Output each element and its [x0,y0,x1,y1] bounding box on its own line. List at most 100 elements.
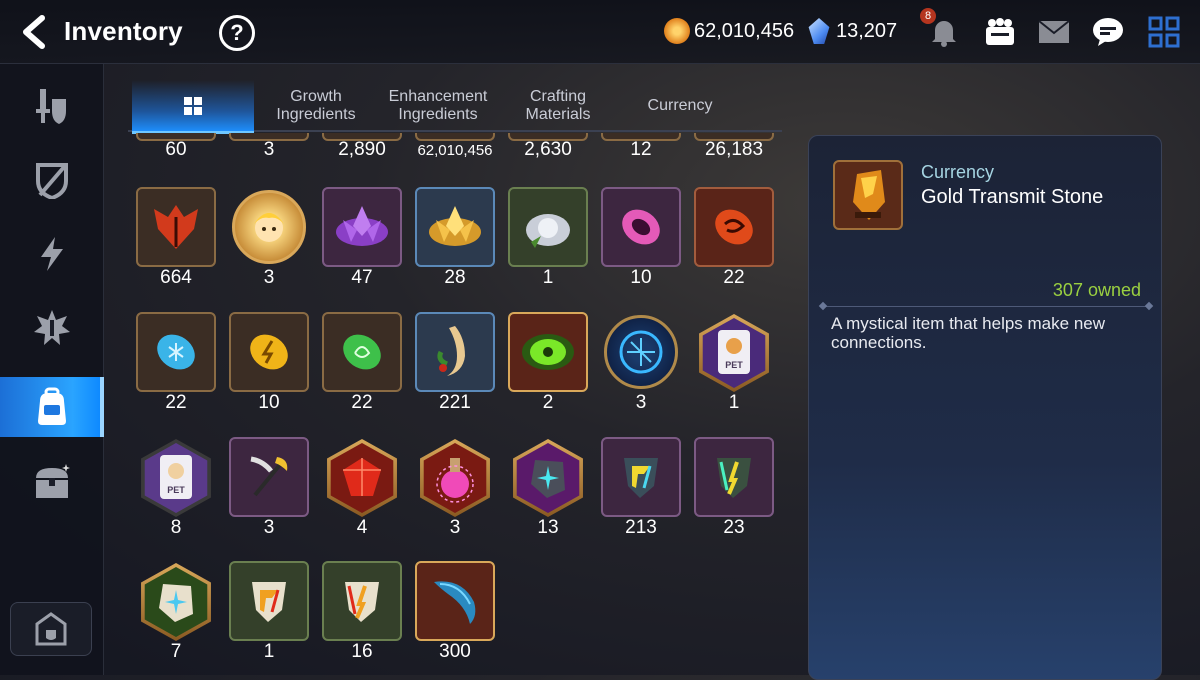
inventory-item[interactable]: 664 [136,187,216,291]
item-slot [415,561,495,641]
inventory-item[interactable]: 4 [322,437,402,541]
inventory-item[interactable]: 213 [601,437,681,541]
green-transmit-stone-icon [717,458,751,498]
tab-growth-ingredients[interactable]: Growth Ingredients [258,80,374,132]
item-count: 13 [537,517,559,538]
item-detail-panel: Currency Gold Transmit Stone 307 owned A… [808,135,1162,680]
white-star-stone-icon [159,584,193,622]
item-count: 7 [170,641,182,662]
yellow-rune-icon [250,334,288,370]
divider [823,306,1149,307]
gold-counter[interactable]: 62,010,456 [664,18,794,44]
item-owned-count: 307 owned [1052,280,1141,300]
inventory-item[interactable]: 2 [508,312,588,416]
grid-icon [184,97,202,115]
character-portrait-icon [254,213,284,242]
item-category: Currency [921,162,995,182]
item-slot: PET [694,312,774,392]
sidebar-item-skills[interactable] [0,224,104,284]
green-rune-icon [343,334,381,370]
item-slot [136,561,216,641]
item-count: 1 [728,392,740,413]
category-tabs: Growth Ingredients Enhancement Ingredien… [128,80,782,134]
inventory-item[interactable]: 3 [229,437,309,541]
svg-text:PET: PET [167,485,185,495]
inventory-item[interactable]: 1 [229,561,309,665]
blue-claw-icon [434,581,476,624]
inventory-item[interactable]: 10 [601,187,681,291]
inventory-item[interactable]: 3 [229,187,309,291]
bell-icon[interactable]: 8 [920,8,962,50]
item-slot: PET [136,437,216,517]
sidebar-item-defense[interactable] [0,150,104,210]
back-icon[interactable] [18,14,52,50]
item-count: 10 [258,392,280,413]
inventory-item[interactable]: 7 [136,561,216,665]
inventory-item[interactable]: 47 [322,187,402,291]
artifact-icon [34,310,70,345]
item-count: 12 [630,139,652,160]
inventory-item[interactable]: PET 8 [136,437,216,541]
inventory-item[interactable]: 3 [415,437,495,541]
item-slot [322,187,402,267]
notification-badge: 8 [920,8,936,24]
inventory-item[interactable]: 23 [694,437,774,541]
item-slot [415,187,495,267]
item-slot [322,312,402,392]
gold-icon [664,18,690,44]
item-slot [694,187,774,267]
item-slot [601,187,681,267]
item-slot [136,187,216,267]
inventory-item[interactable]: 28 [415,187,495,291]
sidebar-item-artifacts[interactable] [0,298,104,358]
mail-icon[interactable] [1036,14,1072,50]
sidebar-bottom-button[interactable] [10,602,92,656]
inventory-item[interactable]: 22 [322,312,402,416]
item-count: 1 [542,267,554,288]
inventory-item[interactable]: 16 [322,561,402,665]
tab-currency[interactable]: Currency [618,80,742,132]
inventory-item[interactable]: 22 [136,312,216,416]
item-count: 3 [449,517,461,538]
menu-grid-icon[interactable] [1146,14,1182,50]
inventory-item[interactable]: 221 [415,312,495,416]
item-count: 62,010,456 [417,142,493,159]
inventory-item[interactable]: 300 [415,561,495,665]
blue-transmit-stone-icon [624,458,658,498]
inventory-item[interactable]: 1 [508,187,588,291]
help-button[interactable]: ? [219,15,255,51]
item-slot [229,187,309,267]
item-count: 3 [263,517,275,538]
gold-transmit-stone-icon [853,170,885,220]
svg-text:PET: PET [725,360,743,370]
item-slot [229,437,309,517]
inventory-item[interactable]: PET 1 [694,312,774,416]
sidebar-item-equipment[interactable] [0,76,104,136]
item-count: 2,890 [338,139,386,160]
inventory-item[interactable]: 22 [694,187,774,291]
item-count: 3 [263,267,275,288]
sanctuary-icon [35,612,67,646]
crystal-counter[interactable]: 13,207 [806,18,897,44]
tab-crafting-materials[interactable]: Crafting Materials [502,80,614,132]
inventory-item[interactable]: 13 [508,437,588,541]
gold-amount: 62,010,456 [694,19,795,42]
sidebar-item-inventory[interactable] [0,377,104,437]
bag-icon [38,387,66,425]
item-name: Gold Transmit Stone [921,186,1104,208]
item-slot [415,437,495,517]
item-detail-image [833,160,903,230]
item-count: 23 [723,517,745,538]
root-herb-icon [437,326,465,376]
red-leaf-icon [154,205,198,249]
tab-enhancement-ingredients[interactable]: Enhancement Ingredients [378,80,498,132]
item-count: 22 [351,392,373,413]
tab-all[interactable] [132,80,254,134]
sidebar-item-storage[interactable] [0,452,104,512]
chat-icon[interactable] [1090,14,1126,50]
guild-icon[interactable] [982,14,1018,50]
silver-flower-icon [526,214,570,248]
item-count: 1 [263,641,275,662]
inventory-item[interactable]: 3 [601,312,681,416]
inventory-item[interactable]: 10 [229,312,309,416]
